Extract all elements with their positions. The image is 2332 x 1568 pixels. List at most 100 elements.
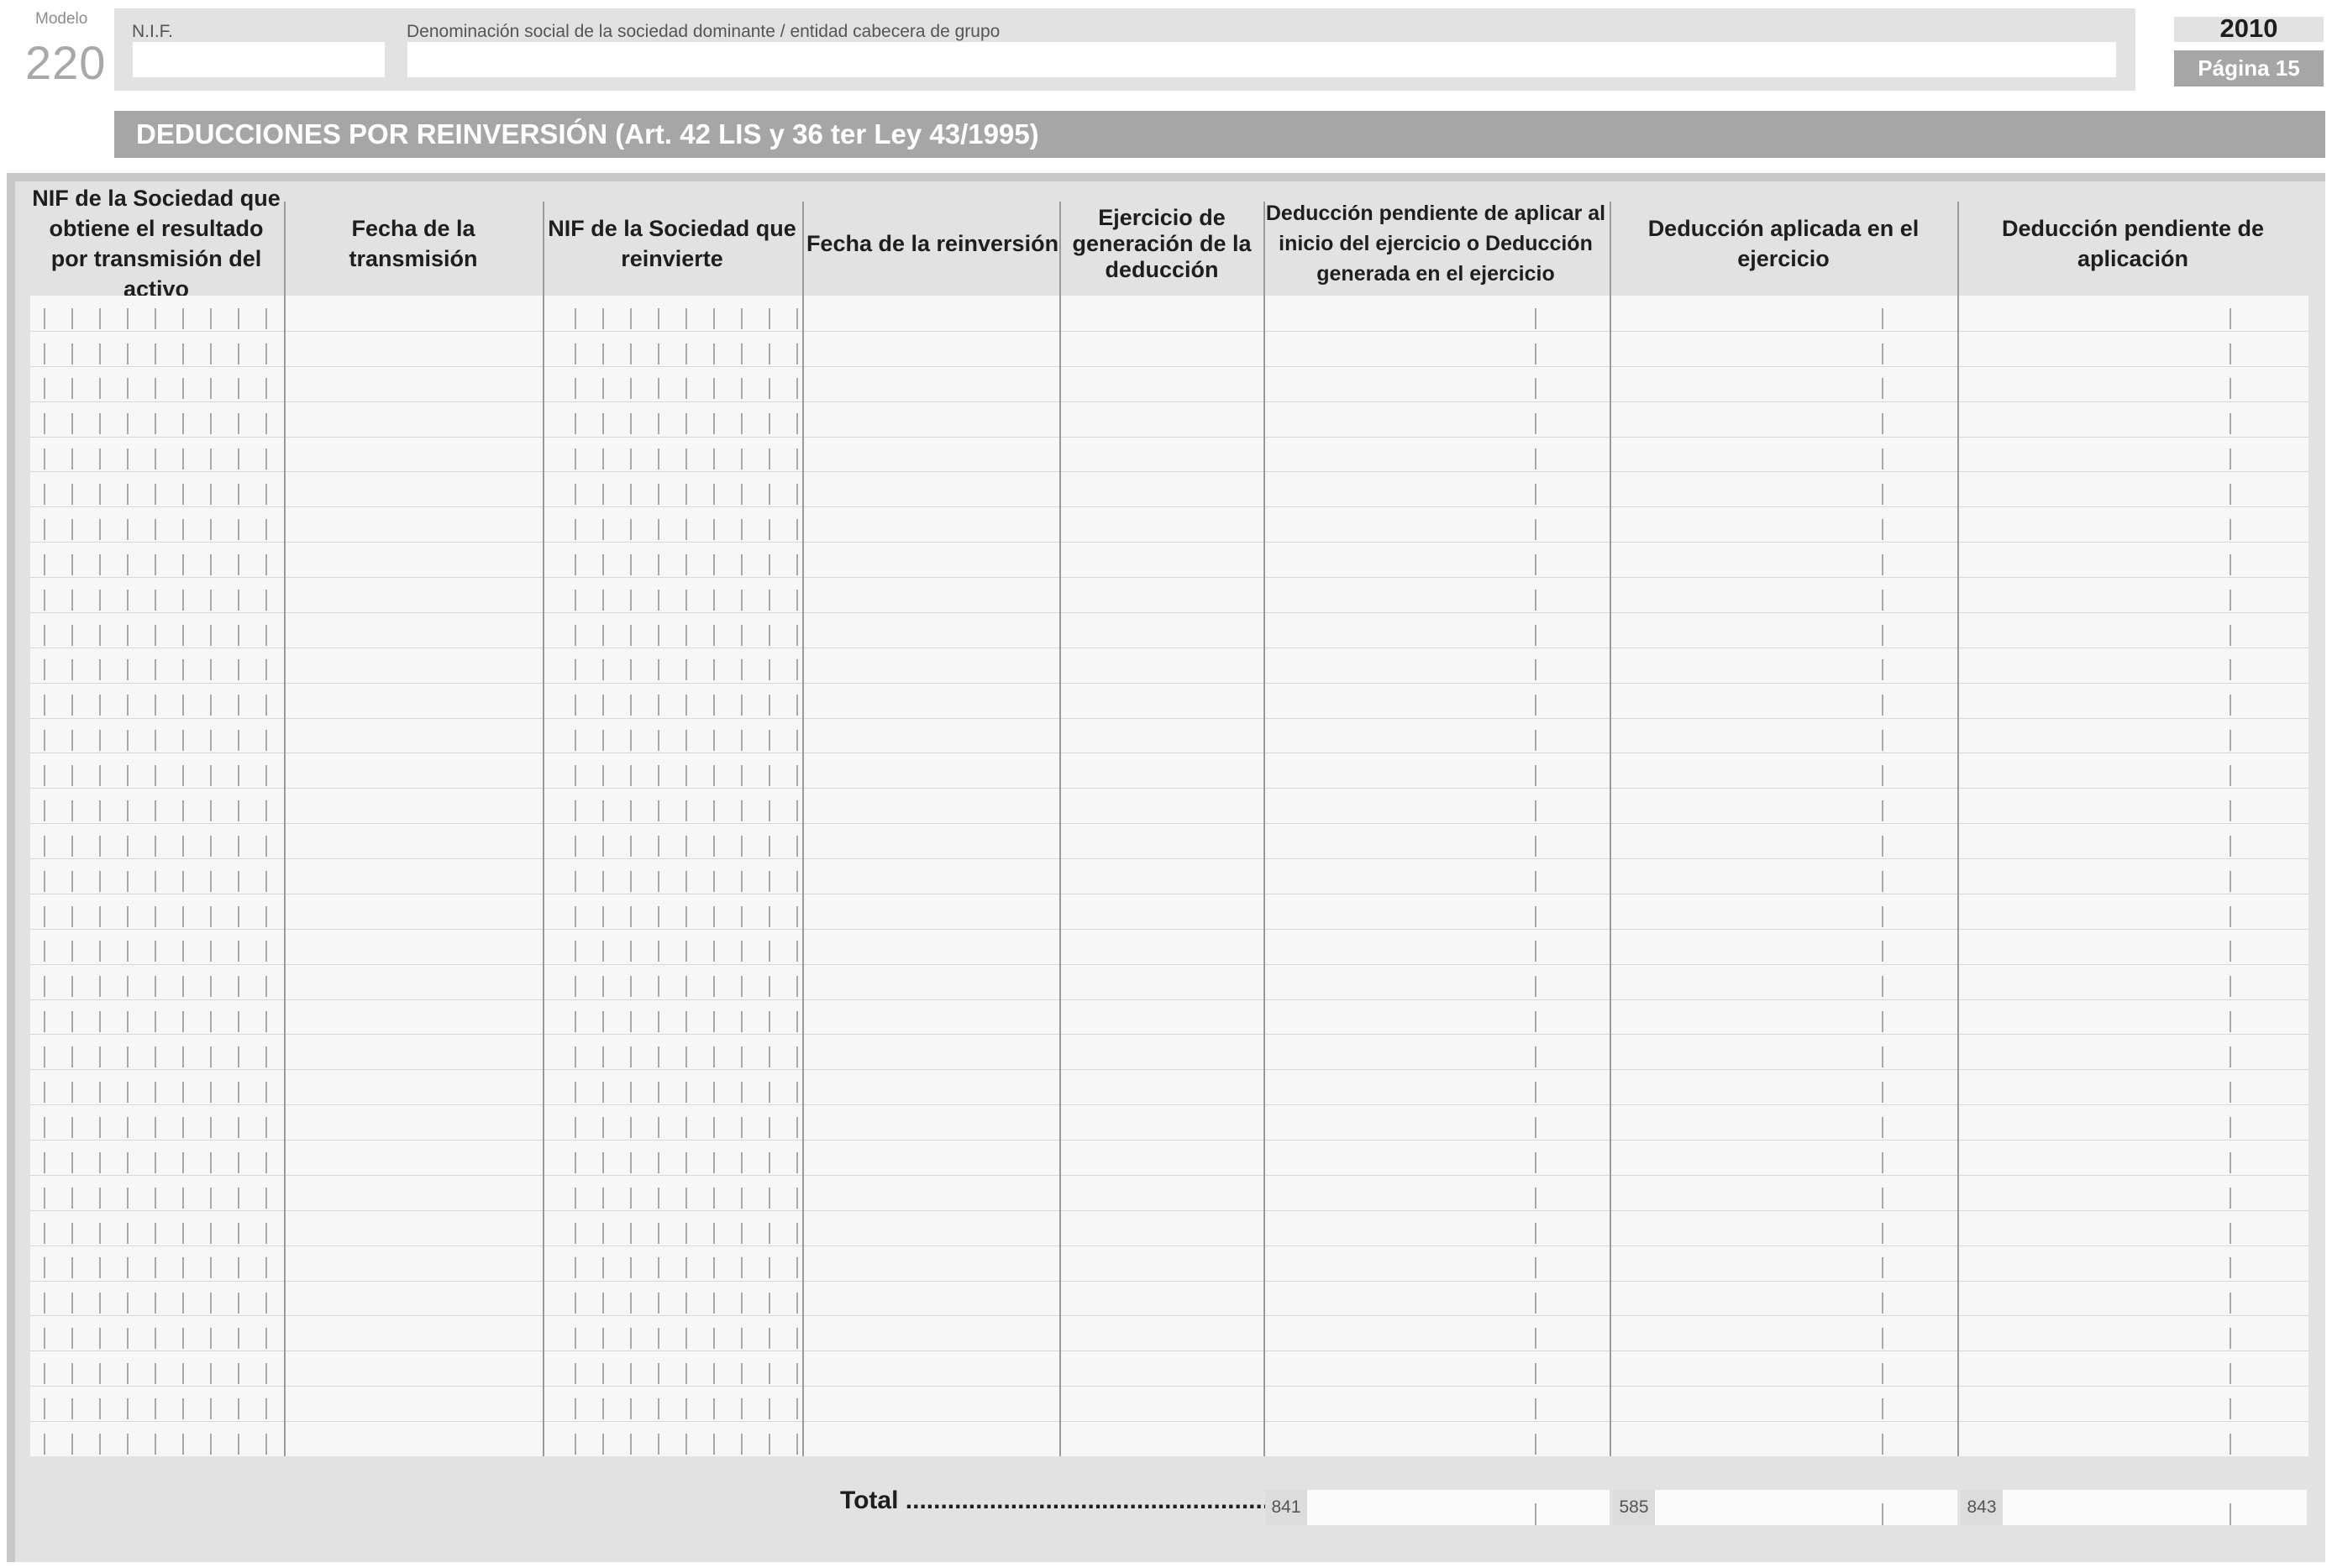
nif-digit-divider — [713, 695, 715, 716]
nif-digit-divider — [210, 765, 212, 786]
nif-digit-divider — [210, 836, 212, 857]
nif-digit-divider — [769, 800, 770, 821]
nif-digit-divider — [741, 1117, 743, 1138]
nif-digit-divider — [238, 1328, 239, 1349]
nif-digit-divider — [796, 448, 798, 469]
decimal-separator — [1535, 906, 1536, 927]
nif-digit-divider — [658, 1328, 659, 1349]
nif-digit-divider — [741, 1011, 743, 1032]
nif-digit-divider — [265, 554, 267, 575]
total-field-841[interactable] — [1265, 1490, 1610, 1525]
nif-digit-divider — [685, 1328, 687, 1349]
nif-digit-divider — [210, 625, 212, 646]
nif-digit-divider — [238, 1223, 239, 1244]
denominacion-field[interactable] — [407, 42, 2116, 77]
nif-digit-divider — [238, 659, 239, 680]
nif-digit-divider — [685, 519, 687, 540]
nif-digit-divider — [713, 1328, 715, 1349]
nif-digit-divider — [713, 836, 715, 857]
nif-digit-divider — [71, 1293, 73, 1314]
nif-digit-divider — [182, 765, 184, 786]
total-decimal-separator — [1535, 1503, 1536, 1525]
nif-digit-divider — [630, 308, 632, 329]
nif-digit-divider — [602, 1082, 604, 1103]
decimal-separator — [2230, 1434, 2231, 1455]
total-field-843[interactable] — [1961, 1490, 2307, 1525]
nif-digit-divider — [575, 590, 576, 611]
nif-digit-divider — [71, 1398, 73, 1419]
nif-digit-divider — [265, 590, 267, 611]
column-separator — [543, 202, 544, 1456]
decimal-separator — [1882, 554, 1883, 575]
nif-digit-divider — [265, 695, 267, 716]
nif-digit-divider — [44, 308, 45, 329]
deductions-grid[interactable] — [30, 296, 2308, 1456]
nif-digit-divider — [796, 590, 798, 611]
nif-digit-divider — [796, 413, 798, 434]
nif-digit-divider — [127, 941, 129, 962]
row-separator — [30, 858, 2308, 859]
nif-digit-divider — [155, 1257, 156, 1278]
nif-digit-divider — [796, 519, 798, 540]
decimal-separator — [2230, 1223, 2231, 1244]
nif-digit-divider — [182, 659, 184, 680]
nif-digit-divider — [210, 519, 212, 540]
nif-digit-divider — [99, 519, 101, 540]
nif-digit-divider — [44, 519, 45, 540]
nif-digit-divider — [182, 1082, 184, 1103]
decimal-separator — [2230, 1152, 2231, 1173]
nif-digit-divider — [182, 1363, 184, 1384]
nif-digit-divider — [71, 413, 73, 434]
total-field-585[interactable] — [1613, 1490, 1957, 1525]
nif-digit-divider — [182, 554, 184, 575]
nif-digit-divider — [265, 836, 267, 857]
nif-field[interactable] — [133, 42, 385, 77]
total-code-843: 843 — [1961, 1490, 2003, 1525]
nif-digit-divider — [769, 730, 770, 751]
column-separator — [1263, 202, 1265, 1456]
nif-digit-divider — [741, 448, 743, 469]
nif-digit-divider — [265, 730, 267, 751]
nif-digit-divider — [127, 1188, 129, 1209]
row-separator — [30, 1315, 2308, 1316]
nif-digit-divider — [658, 1082, 659, 1103]
nif-digit-divider — [602, 448, 604, 469]
nif-digit-divider — [99, 659, 101, 680]
nif-digit-divider — [210, 1046, 212, 1067]
nif-digit-divider — [769, 1434, 770, 1455]
row-separator — [30, 542, 2308, 543]
decimal-separator — [1882, 976, 1883, 997]
nif-digit-divider — [127, 1398, 129, 1419]
decimal-separator — [2230, 1046, 2231, 1067]
nif-digit-divider — [575, 941, 576, 962]
total-code-841: 841 — [1265, 1490, 1307, 1525]
decimal-separator — [1535, 519, 1536, 540]
nif-digit-divider — [685, 1257, 687, 1278]
nif-digit-divider — [602, 941, 604, 962]
row-separator — [30, 506, 2308, 507]
nif-digit-divider — [685, 730, 687, 751]
nif-digit-divider — [658, 836, 659, 857]
decimal-separator — [1882, 484, 1883, 505]
nif-digit-divider — [182, 1434, 184, 1455]
nif-digit-divider — [575, 871, 576, 892]
decimal-separator — [1882, 906, 1883, 927]
nif-digit-divider — [99, 413, 101, 434]
nif-digit-divider — [182, 1152, 184, 1173]
nif-digit-divider — [238, 590, 239, 611]
nif-digit-divider — [238, 1011, 239, 1032]
nif-digit-divider — [44, 1257, 45, 1278]
nif-digit-divider — [630, 976, 632, 997]
nif-digit-divider — [210, 378, 212, 399]
decimal-separator — [2230, 554, 2231, 575]
nif-digit-divider — [602, 906, 604, 927]
nif-digit-divider — [575, 695, 576, 716]
decimal-separator — [1882, 590, 1883, 611]
decimal-separator — [1882, 1398, 1883, 1419]
nif-digit-divider — [182, 871, 184, 892]
nif-digit-divider — [210, 659, 212, 680]
nif-digit-divider — [155, 1011, 156, 1032]
nif-digit-divider — [210, 554, 212, 575]
nif-digit-divider — [602, 765, 604, 786]
nif-digit-divider — [685, 1398, 687, 1419]
